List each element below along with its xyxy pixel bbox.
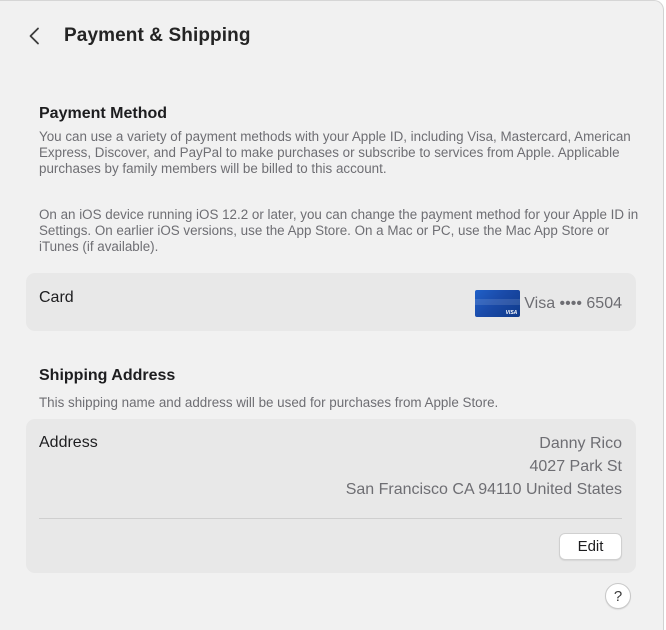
payment-method-description: You can use a variety of payment methods… [39, 129, 631, 176]
visa-logo: VISA [505, 310, 518, 316]
payment-method-heading: Payment Method [39, 105, 168, 122]
address-name: Danny Rico [539, 435, 622, 452]
help-button[interactable]: ? [605, 583, 631, 609]
payment-method-ios-note: On an iOS device running iOS 12.2 or lat… [39, 207, 639, 254]
address-card: Address Danny Rico 4027 Park St San Fran… [26, 419, 636, 573]
visa-card-icon: VISA [475, 290, 521, 317]
address-street: 4027 Park St [529, 458, 623, 475]
address-value: Danny Rico 4027 Park St San Francisco CA… [346, 432, 622, 501]
address-label: Address [39, 434, 98, 451]
page-title: Payment & Shipping [64, 25, 251, 46]
card-row: Card VISA Visa •••• 6504 [26, 273, 636, 331]
card-label: Card [39, 289, 74, 306]
shipping-address-description: This shipping name and address will be u… [39, 395, 499, 410]
card-value: VISA Visa •••• 6504 [475, 290, 622, 317]
back-button[interactable] [22, 23, 46, 49]
help-icon: ? [613, 587, 623, 605]
chevron-left-icon [29, 27, 39, 45]
divider [39, 518, 622, 519]
edit-address-button[interactable]: Edit [559, 533, 622, 560]
card-number: Visa •••• 6504 [524, 294, 622, 312]
header: Payment & Shipping [0, 1, 663, 73]
address-city: San Francisco CA 94110 United States [345, 481, 622, 498]
payment-shipping-window: Payment & Shipping Payment Method You ca… [0, 0, 664, 630]
shipping-address-heading: Shipping Address [39, 367, 176, 384]
